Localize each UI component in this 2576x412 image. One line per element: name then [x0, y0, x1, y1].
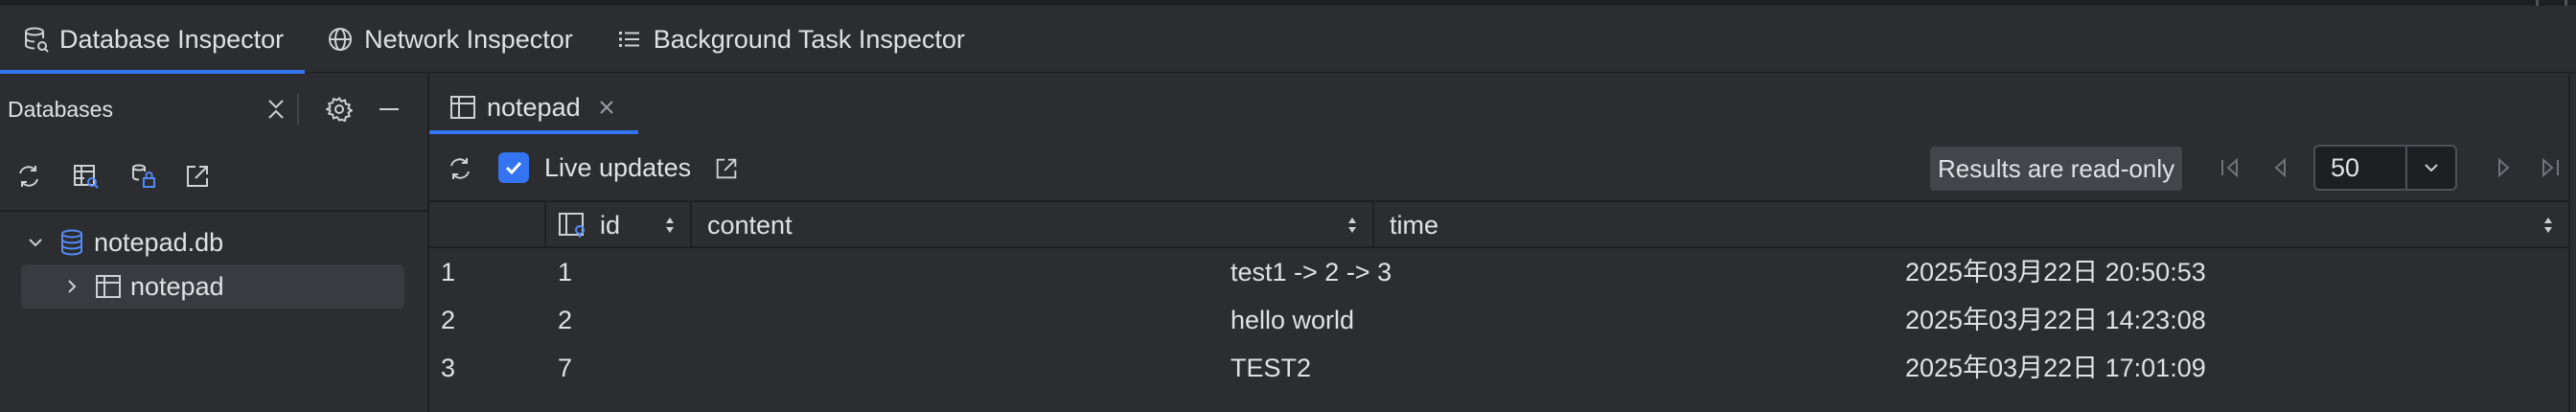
page-size-value: 50 [2331, 153, 2360, 182]
close-icon[interactable] [596, 97, 617, 118]
page-size-select[interactable]: 50 [2313, 145, 2457, 191]
cell-id[interactable]: 2 [558, 296, 572, 344]
sort-icon[interactable] [1346, 216, 1359, 235]
chevron-right-icon[interactable] [59, 274, 84, 299]
query-table-icon[interactable] [67, 157, 105, 195]
column-label: content [707, 210, 793, 240]
tree-item-table[interactable]: notepad [21, 264, 404, 309]
cell-id[interactable]: 1 [558, 248, 572, 296]
table-name: notepad [130, 271, 224, 301]
table-header: id content time [429, 200, 2568, 248]
table-row[interactable]: 2 2 hello world 2025年03月22日 14:23:08 [429, 296, 2568, 344]
minimize-icon[interactable] [372, 92, 406, 126]
last-page-icon[interactable] [2534, 151, 2566, 184]
header-separator [297, 94, 299, 125]
database-name: notepad.db [94, 227, 224, 257]
tab-label: Background Task Inspector [653, 24, 965, 54]
cell-time[interactable]: 2025年03月22日 20:50:53 [1905, 248, 2206, 296]
column-label: id [600, 210, 621, 240]
tab-label: Network Inspector [364, 24, 573, 54]
chevron-down-icon[interactable] [2407, 147, 2455, 189]
tab-network-inspector[interactable]: Network Inspector [305, 6, 594, 73]
row-index: 1 [441, 258, 456, 286]
cell-content[interactable]: hello world [1230, 296, 1354, 344]
refresh-icon[interactable] [441, 149, 479, 188]
column-header-id[interactable]: id [544, 202, 690, 248]
inspector-tab-bar: Database Inspector Network Inspector Bac… [0, 6, 2576, 74]
column-header-content[interactable]: content [690, 202, 1372, 248]
table-row[interactable]: 1 1 test1 -> 2 -> 3 2025年03月22日 20:50:53 [429, 248, 2568, 296]
cell-time[interactable]: 2025年03月22日 14:23:08 [1905, 296, 2206, 344]
tab-background-task-inspector[interactable]: Background Task Inspector [594, 6, 986, 73]
globe-icon [326, 25, 355, 54]
tab-notepad[interactable]: notepad [429, 80, 638, 134]
databases-panel-header: Databases [0, 80, 427, 138]
tab-database-inspector[interactable]: Database Inspector [0, 6, 306, 74]
primary-key-icon [558, 211, 590, 240]
cell-id[interactable]: 7 [558, 344, 572, 392]
right-scroll-edge [2568, 74, 2576, 412]
collapse-all-icon[interactable] [259, 92, 293, 126]
column-header-time[interactable]: time [1372, 202, 2568, 248]
live-updates-label: Live updates [544, 153, 692, 182]
sort-icon[interactable] [663, 216, 677, 235]
gear-icon[interactable] [322, 92, 356, 126]
offline-lock-icon[interactable] [125, 157, 163, 195]
panel-title: Databases [8, 96, 113, 122]
table-toolbar: Live updates Results are read-only 50 [429, 140, 2568, 195]
cell-time[interactable]: 2025年03月22日 17:01:09 [1905, 344, 2206, 392]
list-icon [615, 25, 644, 54]
databases-toolbar [0, 151, 427, 201]
row-index: 3 [441, 354, 456, 382]
export-icon[interactable] [178, 157, 217, 195]
results-table: id content time 1 1 test1 -> 2 -> 3 2025… [429, 200, 2568, 412]
first-page-icon[interactable] [2214, 151, 2246, 184]
live-updates-checkbox[interactable] [498, 152, 529, 183]
previous-page-icon[interactable] [2264, 151, 2296, 184]
sort-icon[interactable] [2542, 216, 2555, 235]
tree-item-database[interactable]: notepad.db [23, 220, 406, 264]
tab-label: notepad [487, 92, 581, 122]
table-icon [448, 93, 477, 122]
export-icon[interactable] [707, 149, 746, 188]
table-row[interactable]: 3 7 TEST2 2025年03月22日 17:01:09 [429, 344, 2568, 392]
column-label: time [1390, 210, 1439, 240]
table-icon [94, 272, 123, 301]
table-tab-bar: notepad [429, 80, 2568, 134]
database-icon [58, 228, 86, 257]
database-icon [21, 25, 50, 54]
panel-divider [0, 210, 427, 212]
next-page-icon[interactable] [2488, 151, 2520, 184]
tab-label: Database Inspector [59, 24, 285, 54]
refresh-icon[interactable] [10, 157, 48, 195]
chevron-down-icon[interactable] [23, 230, 48, 255]
readonly-badge: Results are read-only [1930, 147, 2183, 191]
cell-content[interactable]: TEST2 [1230, 344, 1311, 392]
cell-content[interactable]: test1 -> 2 -> 3 [1230, 248, 1392, 296]
row-index: 2 [441, 306, 456, 334]
